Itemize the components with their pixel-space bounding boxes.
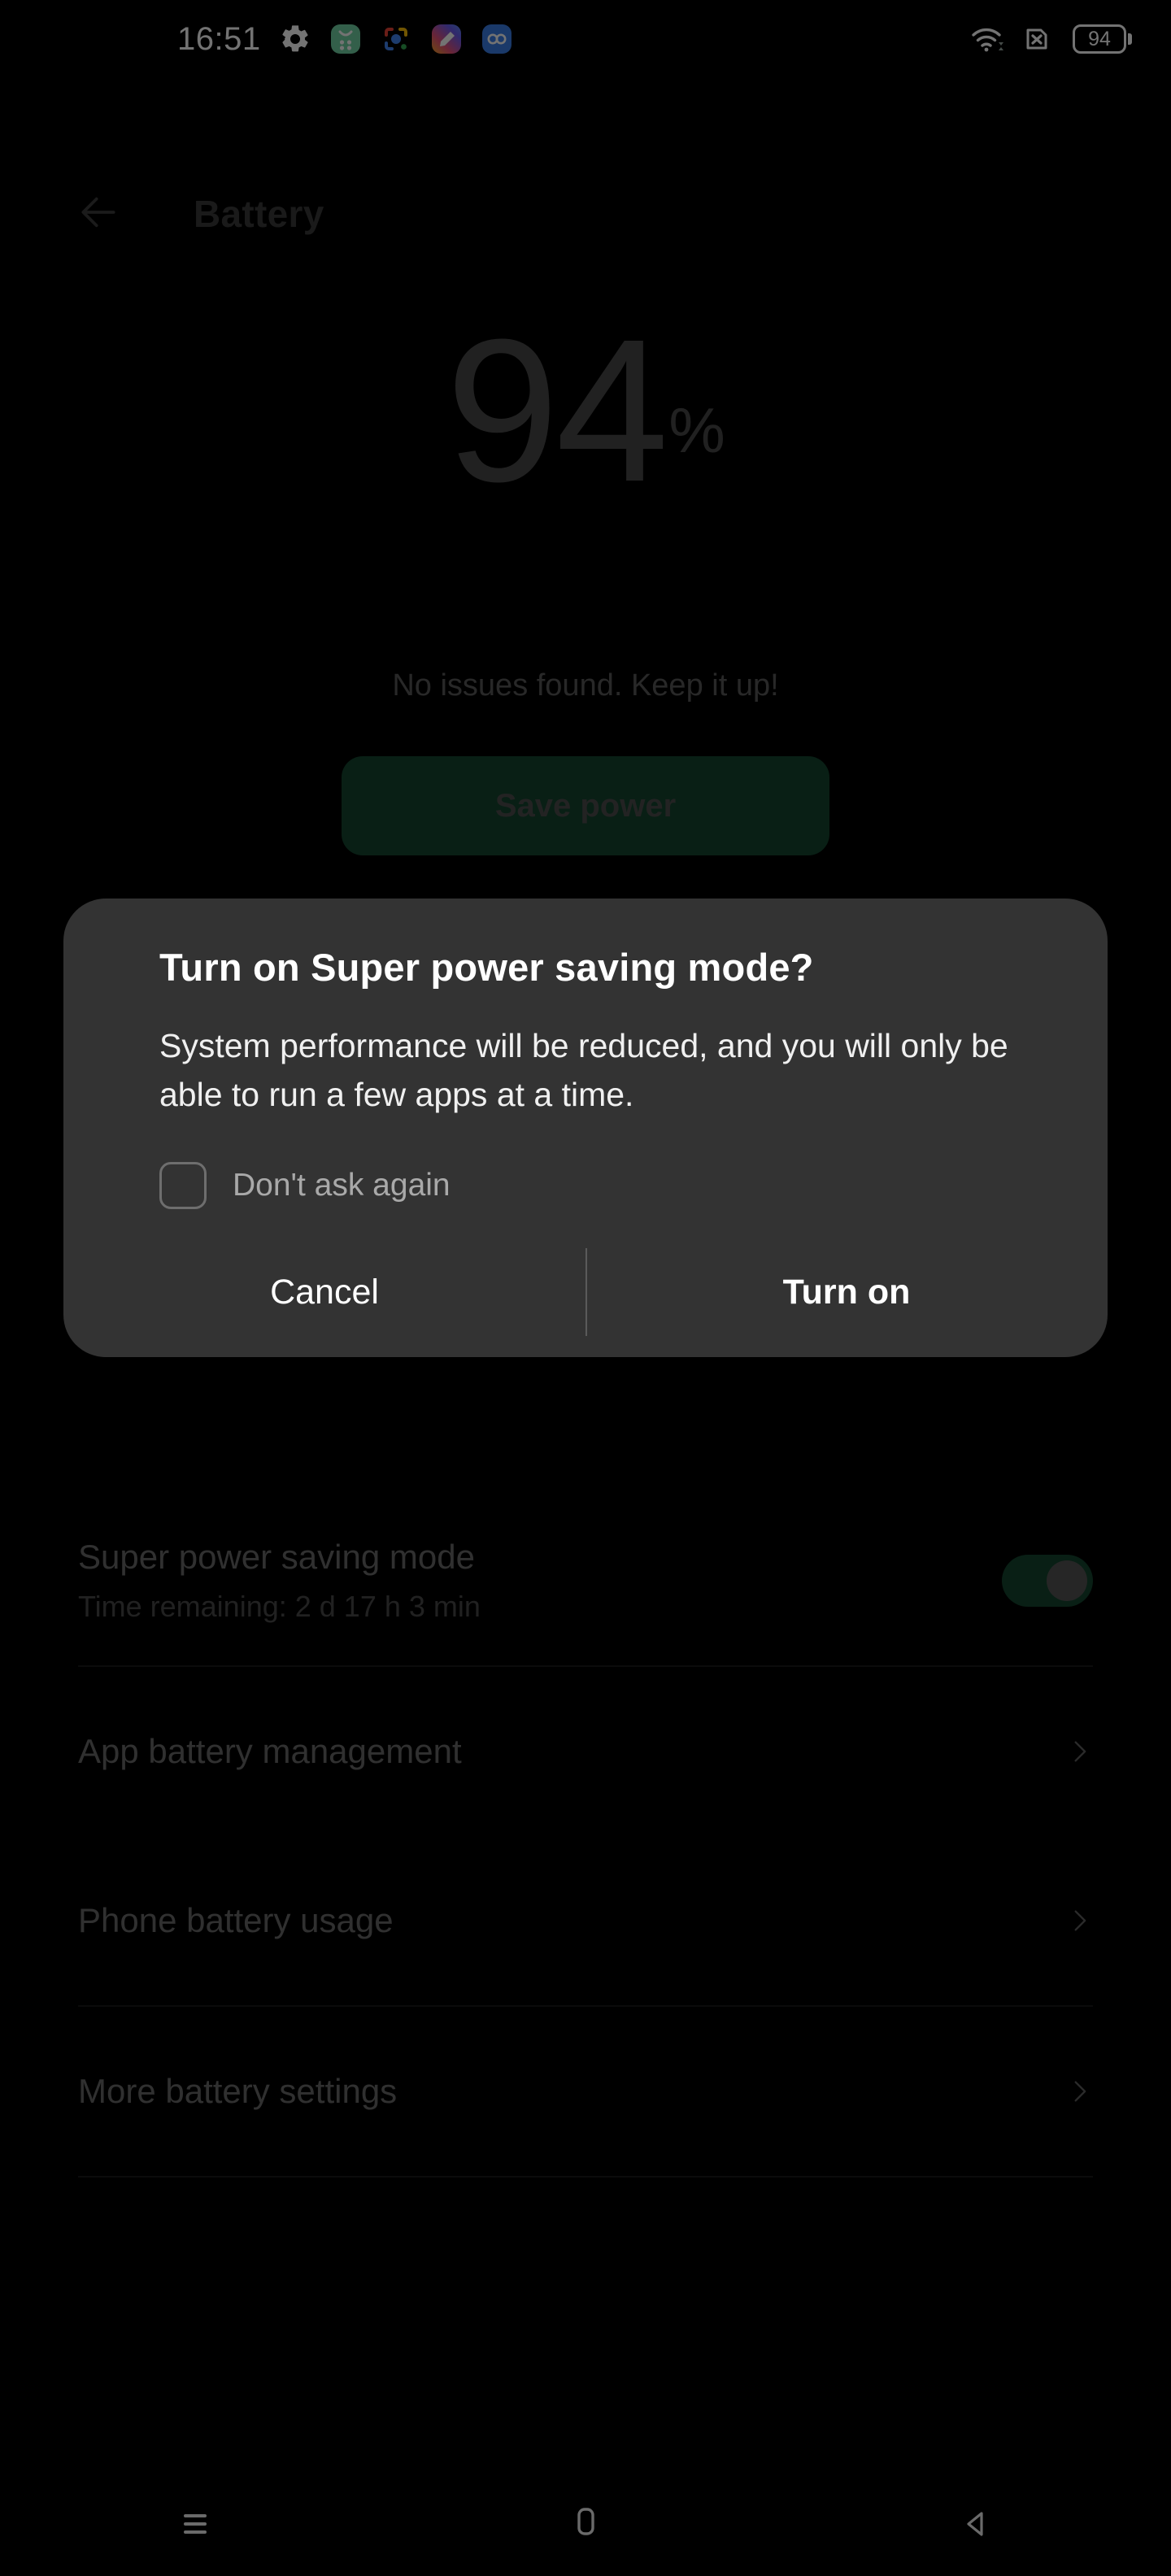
phone-screen: 16:51 94 Battery 94 % No issues found. K…	[0, 0, 1171, 2576]
list-item-title: More battery settings	[78, 2072, 398, 2110]
chevron-right-icon	[1065, 2078, 1093, 2105]
dialog-button-divider	[586, 1248, 587, 1337]
dont-ask-again-row[interactable]: Don't ask again	[63, 1120, 1108, 1210]
app-bar: Battery	[0, 163, 1171, 260]
cancel-button[interactable]: Cancel	[63, 1227, 586, 1357]
status-bar-left: 16:51	[177, 0, 513, 78]
battery-status-message: No issues found. Keep it up!	[392, 668, 779, 703]
confirm-dialog: Turn on Super power saving mode? System …	[63, 899, 1108, 1358]
google-lens-icon	[380, 23, 412, 55]
infinity-app-icon	[481, 23, 513, 55]
no-sim-icon	[1021, 23, 1053, 55]
battery-status-icon: 94	[1073, 24, 1132, 54]
back-icon[interactable]	[927, 2491, 1025, 2556]
dialog-body-text: System performance will be reduced, and …	[159, 1026, 1008, 1114]
list-divider	[78, 2176, 1093, 2178]
battery-status-level: 94	[1088, 27, 1111, 50]
turn-on-button[interactable]: Turn on	[586, 1227, 1108, 1357]
status-bar-right: 94	[969, 0, 1132, 78]
list-item-app-battery-management[interactable]: App battery management	[0, 1667, 1171, 1836]
dialog-title: Turn on Super power saving mode?	[159, 946, 814, 989]
list-item-title: Phone battery usage	[78, 1901, 394, 1939]
status-bar: 16:51 94	[0, 0, 1171, 78]
battery-percent-number: 94	[446, 297, 668, 524]
dont-ask-again-checkbox[interactable]	[159, 1162, 207, 1210]
wifi-icon	[969, 23, 1003, 55]
system-navigation-bar	[0, 2472, 1171, 2576]
home-icon[interactable]	[537, 2491, 634, 2556]
dont-ask-again-label: Don't ask again	[233, 1168, 451, 1203]
toggle-knob	[1047, 1560, 1087, 1601]
back-arrow-icon[interactable]	[73, 187, 124, 237]
super-power-saving-toggle[interactable]	[1002, 1555, 1093, 1607]
page-title: Battery	[194, 193, 324, 235]
battery-percent-sign: %	[668, 394, 725, 466]
list-item-phone-battery-usage[interactable]: Phone battery usage	[0, 1836, 1171, 2005]
list-item-subtitle: Time remaining: 2 d 17 h 3 min	[78, 1590, 481, 1623]
status-bar-clock: 16:51	[177, 21, 261, 57]
dialog-actions: Cancel Turn on	[63, 1227, 1108, 1357]
chevron-right-icon	[1065, 1907, 1093, 1934]
chevron-right-icon	[1065, 1738, 1093, 1765]
list-item-title: App battery management	[78, 1732, 462, 1770]
green-app-icon	[329, 23, 362, 55]
battery-percent-display: 94 %	[0, 309, 1171, 512]
save-power-button[interactable]: Save power	[342, 756, 829, 855]
list-item-super-power-saving[interactable]: Super power saving mode Time remaining: …	[0, 1496, 1171, 1665]
battery-settings-list: Super power saving mode Time remaining: …	[0, 1496, 1171, 2178]
list-item-title: Super power saving mode	[78, 1538, 475, 1576]
gradient-app-icon	[430, 23, 463, 55]
recent-apps-icon[interactable]	[146, 2491, 244, 2556]
settings-gear-icon	[279, 23, 311, 55]
list-item-more-battery-settings[interactable]: More battery settings	[0, 2007, 1171, 2176]
